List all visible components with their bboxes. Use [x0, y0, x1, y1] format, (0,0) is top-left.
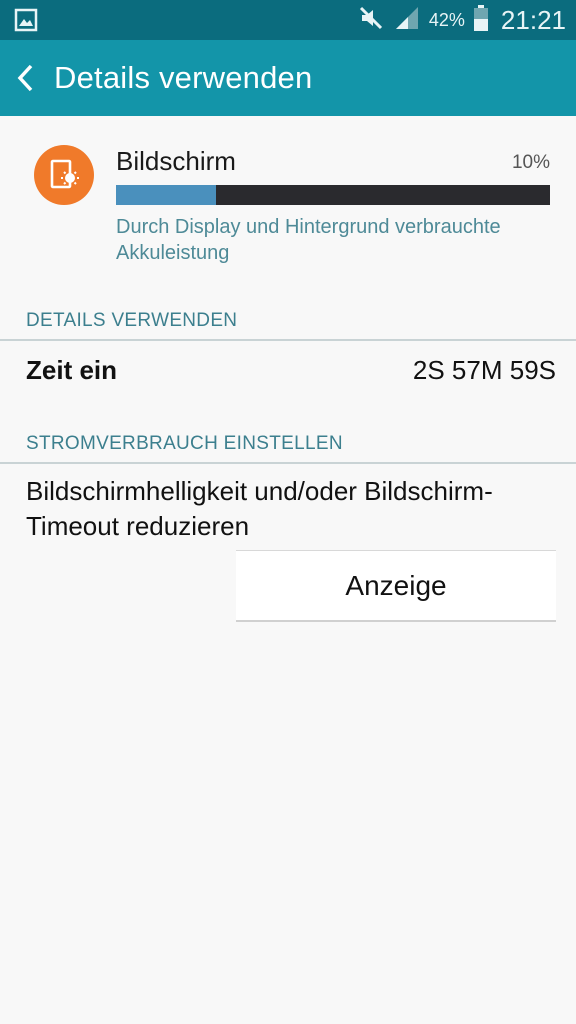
usage-description: Durch Display und Hintergrund verbraucht… — [116, 216, 501, 264]
time-on-value: 2S 57M 59S — [412, 355, 556, 385]
section-header-details: DETAILS VERWENDEN — [26, 310, 238, 331]
divider — [0, 339, 576, 341]
gallery-icon — [14, 8, 38, 32]
status-bar: 42% 21:21 — [0, 0, 576, 40]
usage-item-name: Bildschirm — [116, 146, 236, 176]
section-header-power: STROMVERBRAUCH EINSTELLEN — [26, 433, 343, 454]
divider — [0, 462, 576, 464]
usage-percent: 10% — [511, 152, 550, 173]
mute-icon — [357, 4, 385, 37]
screen-brightness-icon — [34, 145, 94, 205]
time-on-label: Zeit ein — [26, 355, 118, 385]
chevron-left-icon[interactable] — [4, 40, 48, 116]
clock: 21:21 — [500, 4, 566, 35]
page-title: Details verwenden — [54, 60, 313, 95]
usage-progress-bar — [116, 185, 550, 205]
battery-percent: 42% — [428, 9, 465, 30]
usage-progress-fill — [116, 185, 216, 205]
display-settings-button[interactable]: Anzeige — [236, 550, 556, 622]
battery-icon — [473, 4, 489, 37]
power-tip: Bildschirmhelligkeit und/oder Bildschirm… — [26, 476, 493, 541]
app-bar: Details verwenden — [0, 40, 576, 116]
signal-icon — [393, 4, 421, 37]
